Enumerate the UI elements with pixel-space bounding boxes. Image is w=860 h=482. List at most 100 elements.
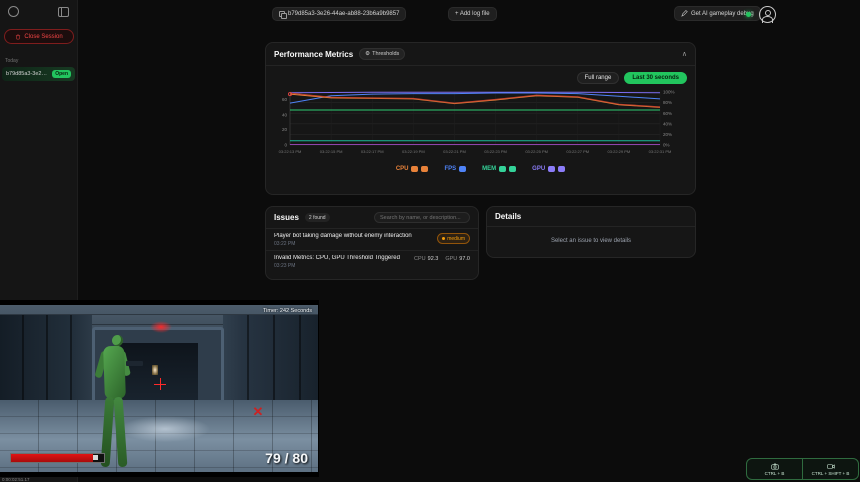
legend-label: GPU: [532, 166, 545, 172]
topbar: b79d85a3-3e26-44ae-ab88-23b6a9b9857 + Ad…: [78, 0, 860, 30]
svg-text:0%: 0%: [663, 143, 670, 148]
details-empty-state: Select an issue to view details: [487, 227, 695, 255]
record-shortcut-label: CTRL + SHIFT + B: [812, 471, 850, 476]
legend-label: CPU: [396, 166, 409, 172]
metric-label: GPU: [445, 256, 457, 262]
copy-icon: [279, 11, 285, 17]
add-log-file-label: + Add log file: [455, 11, 490, 17]
collapse-chevron-icon[interactable]: ∧: [682, 50, 687, 58]
svg-text:03:22:19 PM: 03:22:19 PM: [402, 149, 425, 154]
performance-metrics-card: Performance Metrics ⚙ Thresholds ∧ Full …: [265, 42, 696, 195]
severity-dot-icon: [442, 237, 445, 240]
issues-search-input[interactable]: [374, 212, 470, 223]
app-logo-icon[interactable]: [8, 6, 19, 17]
legend-color-chip[interactable]: [499, 166, 506, 172]
trash-icon: [15, 34, 21, 40]
issue-row[interactable]: Invalid Metrics: CPU, GPU Threshold Trig…: [266, 250, 478, 272]
legend-item-fps[interactable]: FPS: [444, 166, 466, 172]
legend-label: FPS: [444, 166, 456, 172]
floor-reflection: [120, 416, 210, 442]
weapon: [126, 361, 143, 366]
legend-color-chip[interactable]: [548, 166, 555, 172]
screenshot-button[interactable]: CTRL + B: [747, 459, 802, 479]
red-ceiling-light: [150, 321, 172, 333]
last-30-seconds-button[interactable]: Last 30 seconds: [624, 72, 687, 84]
details-header: Details: [487, 207, 695, 227]
video-timestamp: 0:00:02:51.17: [2, 477, 30, 482]
metric-label: CPU: [414, 256, 426, 262]
svg-text:20: 20: [282, 127, 288, 132]
health-bar: [10, 453, 105, 463]
issue-metric-values: CPU92.3 GPU97.0: [414, 255, 470, 262]
svg-text:03:22:29 PM: 03:22:29 PM: [608, 149, 631, 154]
issues-card: Issues 2 found Player bot taking damage …: [265, 206, 479, 280]
svg-text:100%: 100%: [663, 90, 675, 95]
severity-label: medium: [447, 236, 465, 242]
legend-color-chip[interactable]: [421, 166, 428, 172]
sidebar-top: [0, 0, 77, 21]
svg-text:60%: 60%: [663, 111, 672, 116]
legend-color-chip[interactable]: [459, 166, 466, 172]
legend-color-chip[interactable]: [509, 166, 516, 172]
gameplay-video[interactable]: ✕ Timer: 242 Seconds 79 / 80: [0, 300, 319, 477]
issue-title: Player bot taking damage without enemy i…: [274, 233, 433, 239]
performance-metrics-header: Performance Metrics ⚙ Thresholds ∧: [266, 43, 695, 66]
svg-text:03:22:23 PM: 03:22:23 PM: [484, 149, 507, 154]
metric-value: 92.3: [428, 256, 439, 262]
sidebar-section-label: Today: [5, 58, 72, 64]
topbar-session-id: b79d85a3-3e26-44ae-ab88-23b6a9b9857: [288, 11, 399, 17]
camera-icon: [771, 463, 779, 470]
sidebar-collapse-icon[interactable]: [58, 7, 69, 17]
svg-text:03:22:21 PM: 03:22:21 PM: [443, 149, 466, 154]
health-bar-marker: [93, 455, 98, 460]
user-avatar[interactable]: [759, 6, 776, 23]
game-doorway: [118, 343, 198, 407]
session-id-chip[interactable]: b79d85a3-3e26-44ae-ab88-23b6a9b9857: [272, 7, 406, 21]
record-button[interactable]: CTRL + SHIFT + B: [802, 459, 858, 479]
legend-item-mem[interactable]: MEM: [482, 166, 516, 172]
capture-shortcuts-panel: CTRL + B CTRL + SHIFT + B: [746, 458, 859, 480]
svg-text:03:22:31 PM: 03:22:31 PM: [649, 149, 672, 154]
legend-item-gpu[interactable]: GPU: [532, 166, 565, 172]
issue-time: 03:23 PM: [274, 263, 410, 269]
performance-metrics-title: Performance Metrics: [274, 50, 353, 59]
health-bar-fill: [11, 454, 93, 462]
svg-text:20%: 20%: [663, 132, 672, 137]
svg-text:40%: 40%: [663, 121, 672, 126]
red-x-marker: ✕: [250, 405, 266, 419]
issues-title: Issues: [274, 213, 299, 222]
sidebar-session-item[interactable]: b79d85a3-3e26-44ae-... Open: [2, 67, 75, 81]
legend-color-chip[interactable]: [558, 166, 565, 172]
svg-text:03:22:17 PM: 03:22:17 PM: [361, 149, 384, 154]
pencil-icon: [681, 10, 688, 17]
svg-text:60: 60: [282, 97, 288, 102]
ai-gameplay-debug-label: Get AI gameplay debug: [691, 11, 754, 17]
add-log-file-button[interactable]: + Add log file: [448, 7, 497, 21]
full-range-button[interactable]: Full range: [577, 72, 620, 84]
details-title: Details: [495, 212, 521, 221]
issue-time: 03:22 PM: [274, 241, 433, 247]
crosshair-icon: [154, 378, 166, 390]
svg-text:03:22:15 PM: 03:22:15 PM: [320, 149, 343, 154]
chart-legend: CPU FPS MEM GPU: [266, 163, 695, 172]
metrics-chart[interactable]: 100%80%60%40%20%0%03:22:13 PM03:22:15 PM…: [266, 86, 695, 163]
game-scene: ✕ Timer: 242 Seconds 79 / 80: [0, 305, 318, 472]
ammo-counter: 79 / 80: [265, 450, 308, 466]
range-toggle-row: Full range Last 30 seconds: [266, 66, 695, 86]
severity-badge: medium: [437, 233, 470, 244]
svg-text:03:22:25 PM: 03:22:25 PM: [525, 149, 548, 154]
issues-header: Issues 2 found: [266, 207, 478, 229]
app-root: Close Session Today b79d85a3-3e26-44ae-.…: [0, 0, 860, 482]
issue-row[interactable]: Player bot taking damage without enemy i…: [266, 229, 478, 250]
legend-color-chip[interactable]: [411, 166, 418, 172]
metrics-chart-svg: 100%80%60%40%20%0%03:22:13 PM03:22:15 PM…: [274, 88, 688, 158]
thresholds-button[interactable]: ⚙ Thresholds: [359, 48, 405, 60]
close-session-button[interactable]: Close Session: [4, 29, 74, 44]
metric-value: 97.0: [459, 256, 470, 262]
issues-count-badge: 2 found: [305, 213, 330, 222]
session-id-text: b79d85a3-3e26-44ae-...: [6, 71, 49, 77]
details-card: Details Select an issue to view details: [486, 206, 696, 258]
legend-item-cpu[interactable]: CPU: [396, 166, 429, 172]
issue-main: Invalid Metrics: CPU, GPU Threshold Trig…: [274, 255, 410, 269]
issue-main: Player bot taking damage without enemy i…: [274, 233, 433, 247]
